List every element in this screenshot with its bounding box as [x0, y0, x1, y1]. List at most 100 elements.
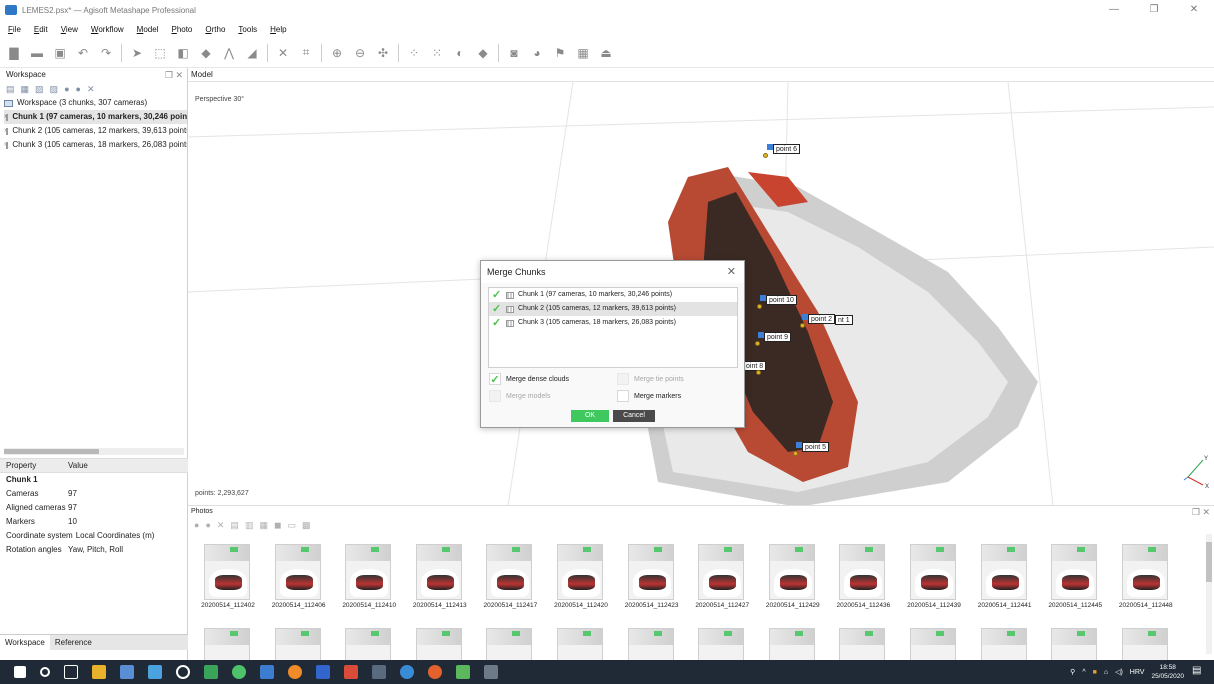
- add-folder-icon[interactable]: ▧: [35, 84, 44, 95]
- photo-image[interactable]: [980, 628, 1027, 660]
- zoom-out-icon[interactable]: ⊖: [352, 45, 368, 61]
- merge-tie-points-checkbox[interactable]: [617, 373, 629, 385]
- rectangle-selection-icon[interactable]: ⬚: [152, 45, 168, 61]
- volume-icon[interactable]: ◁): [1115, 668, 1123, 676]
- marker-point[interactable]: [757, 304, 762, 309]
- photo-image[interactable]: [627, 628, 674, 660]
- tiled-model-icon[interactable]: ◆: [475, 45, 491, 61]
- photo-thumbnail[interactable]: [549, 628, 613, 660]
- rotate-left-icon[interactable]: ▤: [230, 520, 239, 531]
- merge-tie-points-option[interactable]: Merge tie points: [617, 372, 684, 386]
- mask-icon[interactable]: ▦: [259, 520, 268, 531]
- photo-thumbnail[interactable]: 20200514_112406: [267, 544, 331, 609]
- disable-icon[interactable]: ●: [76, 84, 81, 94]
- merge-models-option[interactable]: Merge models: [489, 389, 550, 403]
- photo-thumbnail[interactable]: [196, 628, 260, 660]
- photo-image[interactable]: [1121, 628, 1168, 660]
- photo-thumbnail[interactable]: [831, 628, 895, 660]
- photo-thumbnail[interactable]: 20200514_112423: [620, 544, 684, 609]
- merge-dense-clouds-option[interactable]: ✓ Merge dense clouds: [489, 372, 569, 386]
- file-explorer-icon[interactable]: [92, 665, 106, 679]
- photo-image[interactable]: [204, 628, 250, 660]
- start-button-icon[interactable]: [14, 666, 26, 678]
- language-indicator[interactable]: HRV: [1130, 669, 1145, 676]
- menu-file[interactable]: File: [8, 25, 21, 34]
- cancel-button[interactable]: Cancel: [613, 410, 655, 422]
- menu-view[interactable]: View: [61, 25, 78, 34]
- add-marker-icon[interactable]: ▨: [50, 84, 59, 95]
- menu-model[interactable]: Model: [137, 25, 159, 34]
- photo-thumbnail[interactable]: [337, 628, 401, 660]
- tab-workspace[interactable]: Workspace: [0, 634, 50, 651]
- chrome-icon[interactable]: [428, 665, 442, 679]
- delete-selection-icon[interactable]: ✕: [275, 45, 291, 61]
- chunk-list-item[interactable]: ✓ Chunk 3 (105 cameras, 18 markers, 26,0…: [489, 316, 737, 330]
- photo-image[interactable]: [1121, 544, 1168, 600]
- photo-thumbnail[interactable]: 20200514_112441: [973, 544, 1037, 609]
- add-photos-icon[interactable]: ▦: [21, 84, 30, 95]
- remove-items-icon[interactable]: ✕: [87, 84, 95, 95]
- marker-point[interactable]: [755, 341, 760, 346]
- photo-thumbnail[interactable]: [690, 628, 754, 660]
- ruler-icon[interactable]: ◢: [244, 45, 260, 61]
- photo-image[interactable]: [486, 628, 533, 660]
- checkmark-icon[interactable]: ✓: [492, 318, 502, 329]
- photo-thumbnail[interactable]: [267, 628, 331, 660]
- dense-cloud-icon[interactable]: ⁙: [429, 45, 445, 61]
- disable-icon[interactable]: ●: [205, 520, 210, 530]
- enable-icon[interactable]: ●: [64, 84, 69, 94]
- view-icon[interactable]: ◼: [274, 520, 281, 531]
- photo-image[interactable]: [204, 544, 250, 600]
- zoom-in-icon[interactable]: ⊕: [329, 45, 345, 61]
- restore-button[interactable]: ❐: [1134, 0, 1174, 20]
- photo-thumbnail[interactable]: 20200514_112413: [408, 544, 472, 609]
- photo-image[interactable]: [415, 544, 462, 600]
- marker-point[interactable]: [756, 370, 761, 375]
- photo-image[interactable]: [345, 628, 392, 660]
- photo-image[interactable]: [768, 628, 815, 660]
- app-icon[interactable]: [372, 665, 386, 679]
- photo-thumbnail[interactable]: 20200514_112402: [196, 544, 260, 609]
- app-icon[interactable]: [120, 665, 134, 679]
- photo-thumbnail[interactable]: [1043, 628, 1107, 660]
- photo-thumbnail[interactable]: 20200514_112420: [549, 544, 613, 609]
- marker-label[interactable]: point 6: [773, 144, 801, 154]
- app-icon[interactable]: [148, 665, 162, 679]
- app-icon[interactable]: [484, 665, 498, 679]
- photo-thumbnail[interactable]: 20200514_112448: [1114, 544, 1178, 609]
- ok-button[interactable]: OK: [571, 410, 609, 422]
- merge-dense-clouds-checkbox[interactable]: ✓: [489, 373, 501, 386]
- photo-thumbnail[interactable]: 20200514_112445: [1043, 544, 1107, 609]
- crop-selection-icon[interactable]: ⌗: [298, 45, 314, 61]
- checkmark-icon[interactable]: ✓: [492, 304, 502, 315]
- photo-thumbnail[interactable]: [408, 628, 472, 660]
- photo-image[interactable]: [274, 628, 321, 660]
- marker-label[interactable]: point 9: [764, 332, 792, 342]
- clock[interactable]: 18:58 25/05/2020: [1151, 663, 1184, 681]
- menu-tools[interactable]: Tools: [238, 25, 257, 34]
- pane-float-close-icons[interactable]: ❐ ✕: [1192, 506, 1210, 518]
- tree-chunk-2[interactable]: › Chunk 2 (105 cameras, 12 markers, 39,6…: [4, 124, 187, 138]
- marker-point[interactable]: [800, 323, 805, 328]
- photo-image[interactable]: [345, 544, 392, 600]
- marker-label[interactable]: oint 8: [743, 361, 767, 371]
- photo-image[interactable]: [910, 628, 956, 660]
- new-document-icon[interactable]: ▇: [6, 45, 22, 61]
- photo-thumbnail[interactable]: [620, 628, 684, 660]
- merge-markers-option[interactable]: Merge markers: [617, 389, 681, 403]
- photo-image[interactable]: [627, 544, 674, 600]
- tab-reference[interactable]: Reference: [50, 635, 97, 651]
- save-icon[interactable]: ▣: [52, 45, 68, 61]
- photo-thumbnail[interactable]: 20200514_112417: [478, 544, 542, 609]
- dialog-close-button[interactable]: ✕: [727, 261, 736, 283]
- app-icon[interactable]: [232, 665, 246, 679]
- photo-image[interactable]: [557, 628, 603, 660]
- show-grid-icon[interactable]: ⏏: [598, 45, 614, 61]
- marker-label[interactable]: point 5: [802, 442, 830, 452]
- photo-thumbnail[interactable]: 20200514_112429: [761, 544, 825, 609]
- list-view-icon[interactable]: ▭: [287, 520, 296, 531]
- photo-thumbnail[interactable]: [902, 628, 966, 660]
- resize-region-icon[interactable]: ◧: [175, 45, 191, 61]
- photo-thumbnail[interactable]: 20200514_112439: [902, 544, 966, 609]
- rotate-right-icon[interactable]: ▥: [245, 520, 254, 531]
